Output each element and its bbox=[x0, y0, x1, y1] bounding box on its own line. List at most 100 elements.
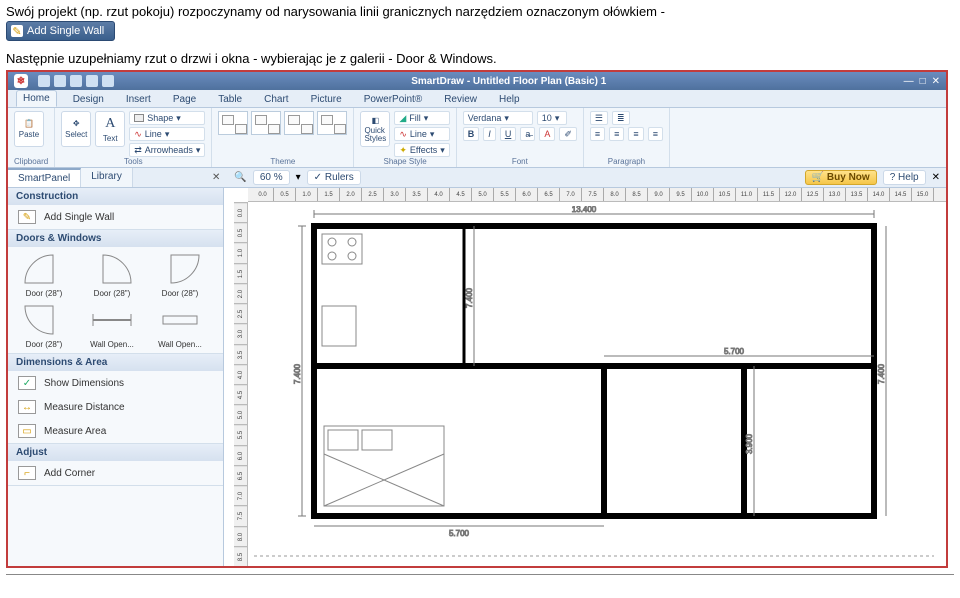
font-dialog-button[interactable]: ✐ bbox=[559, 127, 577, 141]
measure-area-item[interactable]: ▭ Measure Area bbox=[8, 419, 223, 443]
quick-styles-button[interactable]: ◧ Quick Styles bbox=[360, 111, 390, 147]
ribbon-group-paragraph: ☰ ≣ ≡ ≡ ≡ ≡ Paragraph bbox=[584, 108, 670, 167]
select-button[interactable]: ✥ Select bbox=[61, 111, 91, 147]
qat-icon[interactable] bbox=[38, 75, 50, 87]
wall-opening-shape[interactable]: Wall Open... bbox=[84, 302, 140, 349]
qat-icon[interactable] bbox=[54, 75, 66, 87]
svg-text:3.900: 3.900 bbox=[745, 433, 754, 454]
numbering-button[interactable]: ≣ bbox=[612, 111, 630, 125]
rulers-toggle[interactable]: ✓ Rulers bbox=[307, 170, 361, 185]
italic-button[interactable]: I bbox=[483, 127, 496, 141]
close-icon[interactable]: ✕ bbox=[932, 172, 940, 183]
align-center-button[interactable]: ≡ bbox=[609, 127, 624, 141]
tab-home[interactable]: Home bbox=[16, 90, 57, 107]
chevron-down-icon: ▾ bbox=[504, 113, 509, 124]
arrowheads-dropdown[interactable]: ⇄Arrowheads▾ bbox=[129, 143, 205, 157]
door-shape[interactable]: Door (28") bbox=[84, 251, 140, 298]
shape-dropdown[interactable]: Shape▾ bbox=[129, 111, 205, 125]
quick-access-toolbar bbox=[38, 75, 114, 87]
chevron-down-icon[interactable]: ▾ bbox=[296, 172, 301, 183]
bold-button[interactable]: B bbox=[463, 127, 480, 141]
section-dimensions[interactable]: Dimensions & Area bbox=[8, 354, 223, 371]
show-dimensions-item[interactable]: ✓ Show Dimensions bbox=[8, 371, 223, 395]
close-panel-button[interactable]: ✕ bbox=[204, 172, 228, 183]
tab-powerpoint[interactable]: PowerPoint® bbox=[358, 92, 429, 107]
screenshot-frame: ❄ SmartDraw - Untitled Floor Plan (Basic… bbox=[6, 70, 948, 568]
svg-text:13.400: 13.400 bbox=[572, 206, 597, 214]
tab-review[interactable]: Review bbox=[438, 92, 483, 107]
vertical-ruler: 0.00.51.01.52.02.53.03.54.04.55.05.56.06… bbox=[234, 202, 248, 566]
section-doors-windows[interactable]: Doors & Windows bbox=[8, 230, 223, 247]
section-adjust[interactable]: Adjust bbox=[8, 444, 223, 461]
door-shape[interactable]: Door (28") bbox=[152, 251, 208, 298]
drawing-canvas[interactable]: 0.00.51.01.52.02.53.03.54.04.55.05.56.06… bbox=[224, 188, 946, 566]
add-single-wall-item[interactable]: ✎ Add Single Wall bbox=[8, 205, 223, 229]
add-single-wall-button-example: ✎ Add Single Wall bbox=[6, 21, 115, 41]
maximize-icon[interactable]: □ bbox=[920, 76, 926, 87]
tab-library[interactable]: Library bbox=[81, 168, 133, 187]
work-area: Construction ✎ Add Single Wall Doors & W… bbox=[8, 188, 946, 566]
underline-button[interactable]: U bbox=[500, 127, 517, 141]
theme-gallery[interactable] bbox=[218, 111, 347, 135]
theme-thumb[interactable] bbox=[317, 111, 347, 135]
chevron-down-icon: ▾ bbox=[430, 129, 435, 140]
zoom-icon[interactable]: 🔍 bbox=[234, 172, 246, 183]
qat-icon[interactable] bbox=[70, 75, 82, 87]
horizontal-ruler: 0.00.51.01.52.02.53.03.54.04.55.05.56.06… bbox=[248, 188, 946, 202]
ribbon: 📋 Paste Clipboard ✥ Select A Text Shape▾… bbox=[8, 108, 946, 168]
door-shape[interactable]: Door (28") bbox=[16, 302, 72, 349]
close-icon[interactable]: ✕ bbox=[932, 76, 940, 87]
side-panel-tabs: SmartPanel Library bbox=[8, 168, 204, 187]
theme-thumb[interactable] bbox=[251, 111, 281, 135]
qat-icon[interactable] bbox=[86, 75, 98, 87]
font-size-dropdown[interactable]: 10▾ bbox=[537, 111, 567, 125]
group-label-font: Font bbox=[463, 157, 577, 166]
tab-smartpanel[interactable]: SmartPanel bbox=[8, 168, 81, 187]
tab-help[interactable]: Help bbox=[493, 92, 526, 107]
line-icon: ∿ bbox=[134, 129, 142, 140]
theme-thumb[interactable] bbox=[218, 111, 248, 135]
align-right-button[interactable]: ≡ bbox=[628, 127, 643, 141]
pencil-icon: ✎ bbox=[11, 25, 23, 37]
tab-design[interactable]: Design bbox=[67, 92, 110, 107]
window-controls: — □ ✕ bbox=[904, 76, 940, 87]
add-corner-item[interactable]: ⌐ Add Corner bbox=[8, 461, 223, 485]
tab-page[interactable]: Page bbox=[167, 92, 202, 107]
tab-table[interactable]: Table bbox=[212, 92, 248, 107]
tab-chart[interactable]: Chart bbox=[258, 92, 294, 107]
intro-text-1: Swój projekt (np. rzut pokoju) rozpoczyn… bbox=[6, 4, 665, 19]
intro-paragraph-1: Swój projekt (np. rzut pokoju) rozpoczyn… bbox=[6, 4, 954, 19]
justify-button[interactable]: ≡ bbox=[648, 127, 663, 141]
paste-button[interactable]: 📋 Paste bbox=[14, 111, 44, 147]
pencil-icon: ✎ bbox=[18, 210, 36, 224]
text-button[interactable]: A Text bbox=[95, 111, 125, 147]
tab-picture[interactable]: Picture bbox=[305, 92, 348, 107]
section-construction[interactable]: Construction bbox=[8, 188, 223, 205]
door-shape[interactable]: Door (28") bbox=[16, 251, 72, 298]
tab-insert[interactable]: Insert bbox=[120, 92, 157, 107]
strike-button[interactable]: a̶ bbox=[520, 127, 535, 141]
align-left-button[interactable]: ≡ bbox=[590, 127, 605, 141]
group-label-clipboard: Clipboard bbox=[14, 157, 48, 166]
floor-plan-drawing[interactable]: 13.400 5.700 7.400 7.400 7.400 3.900 5.7… bbox=[254, 206, 934, 566]
font-name-dropdown[interactable]: Verdana▾ bbox=[463, 111, 533, 125]
font-color-button[interactable]: A bbox=[539, 127, 555, 141]
theme-thumb[interactable] bbox=[284, 111, 314, 135]
line-dropdown[interactable]: ∿Line▾ bbox=[129, 127, 205, 141]
add-wall-label: Add Single Wall bbox=[27, 25, 104, 37]
wall-opening-shape[interactable]: Wall Open... bbox=[152, 302, 208, 349]
bullets-button[interactable]: ☰ bbox=[590, 111, 608, 125]
qat-icon[interactable] bbox=[102, 75, 114, 87]
line-style-icon: ∿ bbox=[399, 129, 407, 140]
group-label-paragraph: Paragraph bbox=[590, 157, 663, 166]
effects-dropdown[interactable]: ✦Effects▾ bbox=[394, 143, 449, 157]
buy-now-button[interactable]: 🛒 Buy Now bbox=[805, 170, 877, 185]
zoom-value[interactable]: 60 % bbox=[253, 170, 290, 185]
measure-distance-item[interactable]: ↔ Measure Distance bbox=[8, 395, 223, 419]
ribbon-group-font: Verdana▾ 10▾ B I U a̶ A ✐ Font bbox=[457, 108, 584, 167]
quick-styles-icon: ◧ bbox=[372, 116, 380, 125]
fill-dropdown[interactable]: ◢Fill▾ bbox=[394, 111, 449, 125]
line-style-dropdown[interactable]: ∿Line▾ bbox=[394, 127, 449, 141]
minimize-icon[interactable]: — bbox=[904, 76, 914, 87]
help-button[interactable]: ? Help bbox=[883, 170, 926, 185]
